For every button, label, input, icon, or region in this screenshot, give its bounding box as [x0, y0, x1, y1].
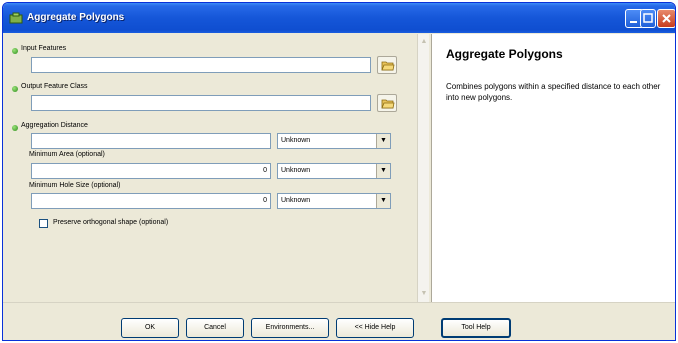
- output-feature-class-browse-button[interactable]: [377, 94, 397, 112]
- input-features-browse-button[interactable]: [377, 56, 397, 74]
- aggregation-distance-unit-select[interactable]: Unknown ▼: [277, 133, 391, 149]
- title-bar[interactable]: Aggregate Polygons: [3, 3, 675, 33]
- input-features-label: Input Features: [21, 45, 67, 52]
- window-title: Aggregate Polygons: [27, 12, 125, 23]
- minimum-area-unit-select[interactable]: Unknown ▼: [277, 163, 391, 179]
- chevron-down-icon[interactable]: ▼: [376, 134, 390, 148]
- preserve-orthogonal-label: Preserve orthogonal shape (optional): [53, 219, 169, 226]
- open-folder-icon: [381, 99, 395, 109]
- minimum-area-label: Minimum Area (optional): [29, 151, 105, 158]
- chevron-down-icon[interactable]: ▼: [376, 194, 390, 208]
- help-description: Combines polygons within a specified dis…: [446, 82, 661, 102]
- chevron-down-icon[interactable]: ▼: [376, 164, 390, 178]
- aggregation-distance-field[interactable]: [31, 133, 271, 149]
- environments-button[interactable]: Environments...: [251, 318, 329, 338]
- required-icon: [12, 86, 18, 92]
- minimum-area-field[interactable]: 0: [31, 163, 271, 179]
- minimum-area-unit-value: Unknown: [281, 167, 311, 174]
- help-pane: Aggregate Polygons Combines polygons wit…: [431, 34, 675, 302]
- button-bar: OK Cancel Environments... << Hide Help T…: [3, 302, 675, 340]
- input-features-field[interactable]: [31, 57, 371, 73]
- aggregate-polygons-dialog: Aggregate Polygons Input Features Output…: [2, 2, 676, 341]
- minimum-hole-size-field[interactable]: 0: [31, 193, 271, 209]
- toolbox-icon: [9, 12, 23, 24]
- minimum-hole-size-unit-value: Unknown: [281, 197, 311, 204]
- tool-help-button[interactable]: Tool Help: [441, 318, 511, 338]
- help-title: Aggregate Polygons: [446, 47, 563, 61]
- ok-button[interactable]: OK: [121, 318, 179, 338]
- aggregation-distance-unit-value: Unknown: [281, 137, 311, 144]
- open-folder-icon: [381, 61, 395, 71]
- cancel-button[interactable]: Cancel: [186, 318, 244, 338]
- maximize-button[interactable]: [640, 9, 656, 28]
- maximize-icon: [643, 13, 653, 23]
- required-icon: [12, 48, 18, 54]
- parameters-scrollbar[interactable]: ▲ ▼: [417, 34, 429, 302]
- required-icon: [12, 125, 18, 131]
- output-feature-class-label: Output Feature Class: [21, 83, 88, 90]
- scroll-up-icon[interactable]: ▲: [420, 38, 428, 46]
- hide-help-button[interactable]: << Hide Help: [336, 318, 414, 338]
- close-button[interactable]: [657, 9, 675, 28]
- minimum-hole-size-label: Minimum Hole Size (optional): [29, 182, 121, 189]
- output-feature-class-field[interactable]: [31, 95, 371, 111]
- preserve-orthogonal-checkbox[interactable]: [39, 219, 48, 228]
- close-icon: [662, 14, 671, 23]
- minimum-hole-size-unit-select[interactable]: Unknown ▼: [277, 193, 391, 209]
- scroll-down-icon[interactable]: ▼: [420, 290, 428, 298]
- parameters-pane: Input Features Output Feature Class Aggr…: [7, 34, 417, 302]
- aggregation-distance-label: Aggregation Distance: [21, 122, 88, 129]
